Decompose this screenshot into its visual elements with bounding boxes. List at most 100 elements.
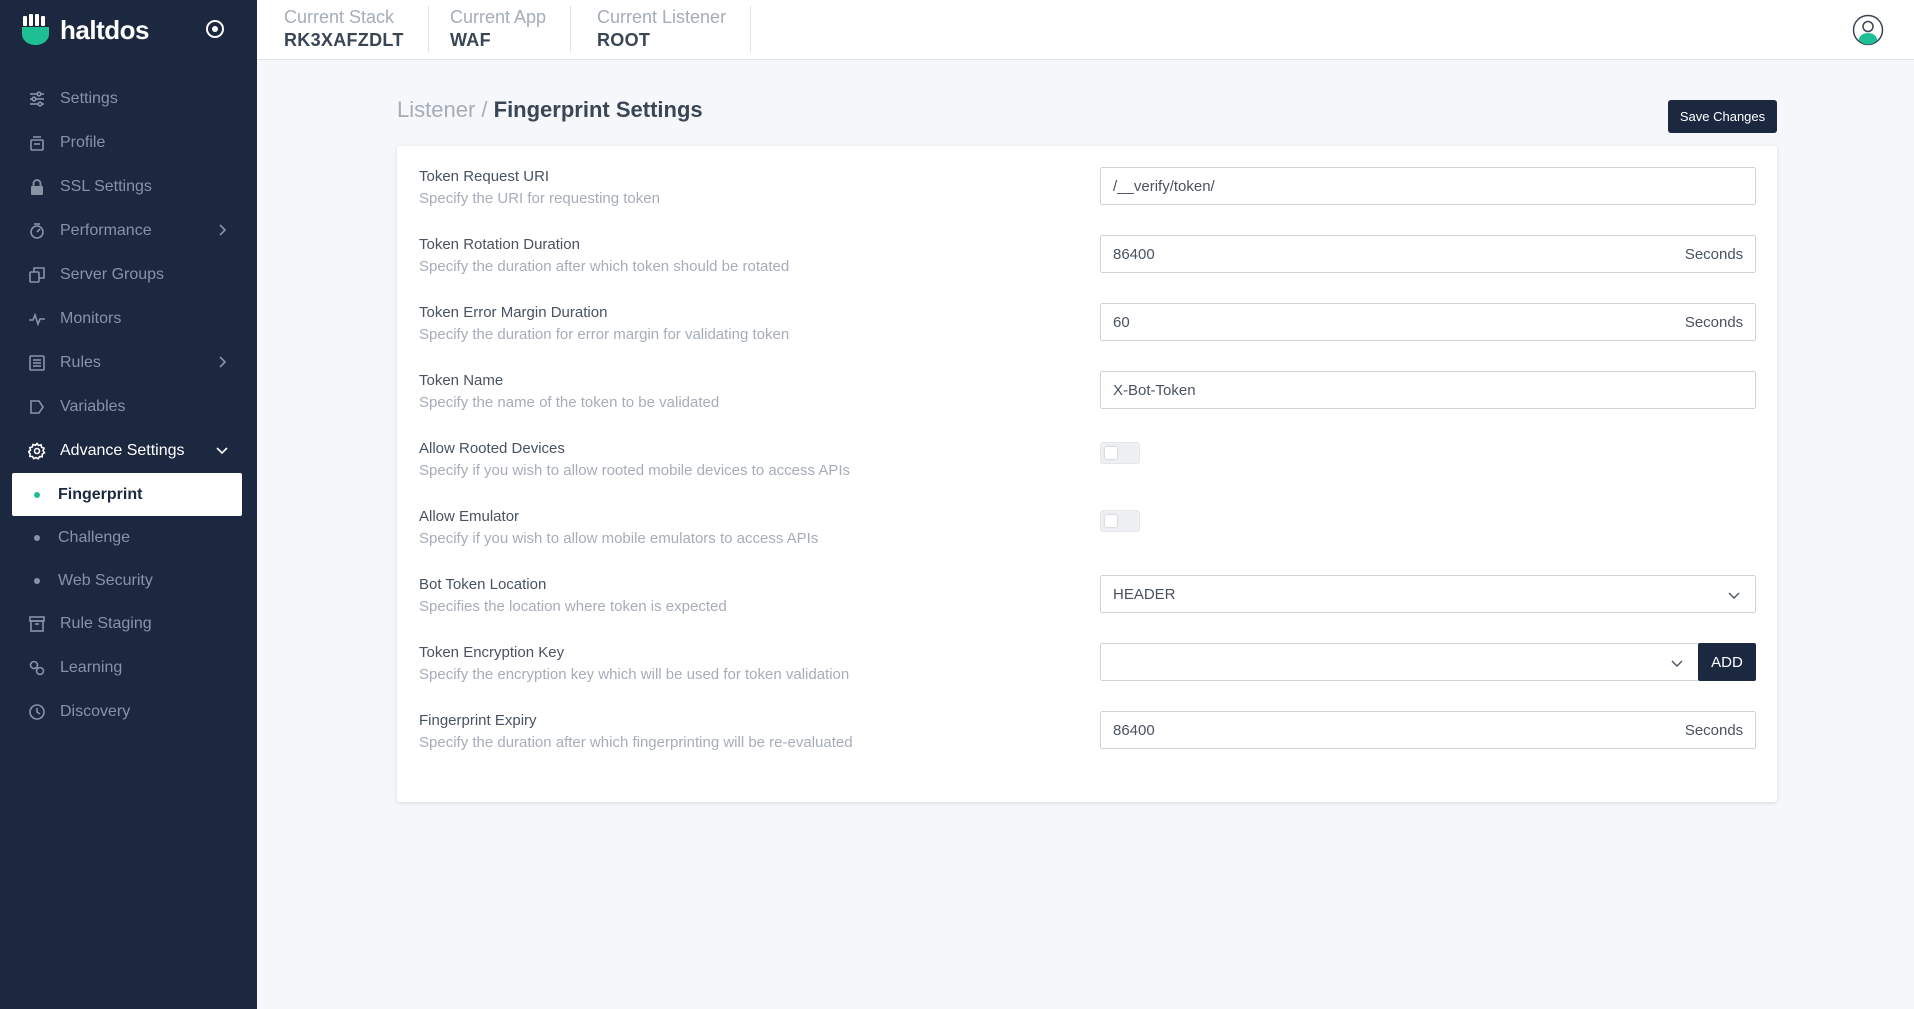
sidebar-item-rule-staging[interactable]: Rule Staging: [0, 602, 257, 646]
sidebar-subitem-web-security[interactable]: Web Security: [0, 559, 257, 602]
sidebar-item-variables[interactable]: Variables: [0, 385, 257, 429]
sidebar-item-performance[interactable]: Performance: [0, 209, 257, 253]
sidebar-item-label: SSL Settings: [60, 178, 152, 195]
setting-row-token-error-margin: Token Error Margin Duration Specify the …: [397, 282, 1777, 350]
setting-description: Specify the duration for error margin fo…: [419, 326, 790, 343]
sidebar-item-label: Settings: [60, 90, 118, 107]
sidebar-item-advance-settings[interactable]: Advance Settings: [0, 429, 257, 473]
current-listener[interactable]: Current Listener ROOT: [570, 6, 752, 52]
setting-description: Specify if you wish to allow rooted mobi…: [419, 462, 851, 479]
user-avatar-icon[interactable]: [1852, 14, 1884, 46]
token-name-input[interactable]: X-Bot-Token: [1100, 371, 1756, 409]
sidebar-subitem-label: Challenge: [58, 528, 131, 546]
sidebar-item-ssl-settings[interactable]: SSL Settings: [0, 165, 257, 209]
token-rotation-duration-input[interactable]: 86400: [1100, 235, 1674, 273]
bot-token-location-select[interactable]: HEADER: [1100, 575, 1756, 613]
history-icon: [28, 703, 46, 721]
allow-rooted-devices-toggle[interactable]: [1100, 442, 1140, 464]
save-changes-button[interactable]: Save Changes: [1668, 100, 1777, 133]
breadcrumb-parent[interactable]: Listener /: [397, 97, 488, 122]
sidebar: haltdos Settings Profile SSL Settings Pe…: [0, 0, 257, 1009]
setting-label: Allow Rooted Devices: [419, 440, 565, 457]
setting-row-token-name: Token Name Specify the name of the token…: [397, 350, 1777, 418]
setting-description: Specify if you wish to allow mobile emul…: [419, 530, 819, 547]
chevron-right-icon: [219, 356, 227, 368]
pulse-icon: [28, 310, 46, 328]
setting-label: Token Encryption Key: [419, 644, 565, 661]
sidebar-item-profile[interactable]: Profile: [0, 121, 257, 165]
toggle-knob: [1105, 447, 1117, 459]
setting-row-token-request-uri: Token Request URI Specify the URI for re…: [397, 146, 1777, 214]
current-app[interactable]: Current App WAF: [423, 6, 572, 52]
add-key-button[interactable]: ADD: [1698, 643, 1756, 681]
setting-label: Token Request URI: [419, 168, 550, 185]
token-error-margin-input[interactable]: 60: [1100, 303, 1674, 341]
setting-label: Token Rotation Duration: [419, 236, 580, 253]
bullet-icon: [34, 578, 40, 584]
toggle-knob: [1105, 515, 1117, 527]
sidebar-subitem-fingerprint[interactable]: Fingerprint: [12, 473, 242, 516]
setting-description: Specify the encryption key which will be…: [419, 666, 850, 683]
setting-row-fingerprint-expiry: Fingerprint Expiry Specify the duration …: [397, 690, 1777, 758]
sidebar-item-label: Advance Settings: [60, 442, 185, 459]
sidebar-item-rules[interactable]: Rules: [0, 341, 257, 385]
current-listener-label: Current Listener: [597, 7, 727, 27]
learning-icon: [28, 659, 46, 677]
sidebar-item-server-groups[interactable]: Server Groups: [0, 253, 257, 297]
sidebar-subitem-label: Fingerprint: [58, 485, 143, 503]
setting-description: Specifies the location where token is ex…: [419, 598, 727, 615]
sidebar-item-label: Rule Staging: [60, 615, 152, 632]
sidebar-item-label: Rules: [60, 354, 101, 371]
token-encryption-key-select[interactable]: [1100, 643, 1699, 681]
current-stack-value: RK3XAFZDLT: [284, 30, 404, 50]
current-stack[interactable]: Current Stack RK3XAFZDLT: [257, 6, 429, 52]
sidebar-item-label: Learning: [60, 659, 123, 676]
unit-addon: Seconds: [1673, 711, 1756, 749]
fingerprint-expiry-input[interactable]: 86400: [1100, 711, 1674, 749]
sidebar-item-label: Monitors: [60, 310, 122, 327]
sidebar-toggle-icon[interactable]: [203, 17, 227, 41]
sidebar-item-monitors[interactable]: Monitors: [0, 297, 257, 341]
rules-icon: [28, 354, 46, 372]
bullet-icon: [34, 492, 40, 498]
current-app-value: WAF: [450, 30, 491, 50]
current-app-label: Current App: [450, 7, 547, 27]
sidebar-item-label: Performance: [60, 222, 152, 239]
gear-icon: [28, 442, 46, 460]
chevron-down-icon: [1728, 592, 1740, 599]
setting-description: Specify the duration after which fingerp…: [419, 734, 853, 751]
brand[interactable]: haltdos: [22, 12, 149, 48]
sidebar-item-learning[interactable]: Learning: [0, 646, 257, 690]
sidebar-nav: Settings Profile SSL Settings Performanc…: [0, 77, 257, 734]
brand-name: haltdos: [60, 14, 149, 45]
token-request-uri-input[interactable]: /__verify/token/: [1100, 167, 1756, 205]
sidebar-item-settings[interactable]: Settings: [0, 77, 257, 121]
setting-row-allow-emulator: Allow Emulator Specify if you wish to al…: [397, 486, 1777, 554]
profile-icon: [28, 134, 46, 152]
setting-description: Specify the name of the token to be vali…: [419, 394, 720, 411]
settings-card: Token Request URI Specify the URI for re…: [397, 146, 1777, 802]
top-header: Current Stack RK3XAFZDLT Current App WAF…: [257, 0, 1914, 60]
setting-row-token-rotation-duration: Token Rotation Duration Specify the dura…: [397, 214, 1777, 282]
chevron-right-icon: [219, 224, 227, 236]
variables-icon: [28, 398, 46, 416]
sidebar-item-discovery[interactable]: Discovery: [0, 690, 257, 734]
page-title: Fingerprint Settings: [493, 97, 703, 122]
setting-label: Token Error Margin Duration: [419, 304, 608, 321]
sidebar-subitem-challenge[interactable]: Challenge: [0, 516, 257, 559]
chevron-down-icon: [216, 447, 228, 455]
setting-row-token-encryption-key: Token Encryption Key Specify the encrypt…: [397, 622, 1777, 690]
performance-icon: [28, 222, 46, 240]
unit-addon: Seconds: [1673, 303, 1756, 341]
current-stack-label: Current Stack: [284, 7, 395, 27]
setting-label: Bot Token Location: [419, 576, 547, 593]
allow-emulator-toggle[interactable]: [1100, 510, 1140, 532]
setting-row-bot-token-location: Bot Token Location Specifies the locatio…: [397, 554, 1777, 622]
current-listener-value: ROOT: [597, 30, 651, 50]
lock-icon: [28, 178, 46, 196]
sidebar-item-label: Variables: [60, 398, 126, 415]
setting-description: Specify the URI for requesting token: [419, 190, 660, 207]
setting-row-allow-rooted-devices: Allow Rooted Devices Specify if you wish…: [397, 418, 1777, 486]
archive-icon: [28, 615, 46, 633]
setting-label: Fingerprint Expiry: [419, 712, 537, 729]
